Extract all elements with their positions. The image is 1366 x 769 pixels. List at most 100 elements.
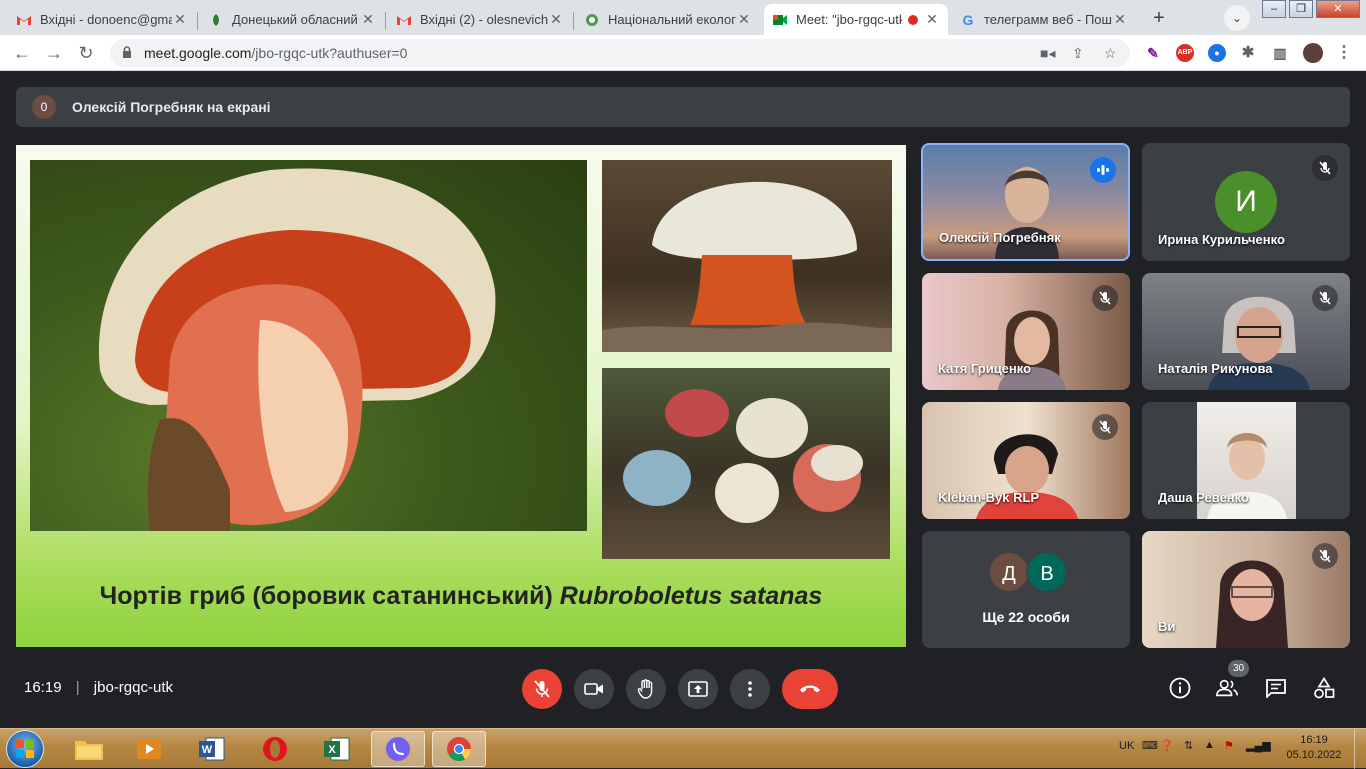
profile-avatar[interactable] [1303, 43, 1323, 63]
start-button[interactable] [6, 730, 44, 768]
activities-button[interactable] [1312, 676, 1336, 700]
excel-icon[interactable]: X [310, 731, 364, 767]
close-icon[interactable]: ✕ [360, 11, 376, 28]
lock-icon [122, 46, 134, 60]
close-icon[interactable]: ✕ [736, 11, 752, 28]
tab-title: Meet: "jbo-rgqc-utk" [796, 12, 902, 27]
chrome-icon[interactable] [432, 731, 486, 767]
camera-toggle-button[interactable] [574, 669, 614, 709]
mic-off-icon [1092, 414, 1118, 440]
more-participants-text: Ще 22 особи [982, 609, 1070, 625]
more-options-button[interactable] [730, 669, 770, 709]
chat-icon [1266, 679, 1286, 698]
language-indicator[interactable]: UK [1119, 740, 1134, 752]
viber-icon[interactable] [371, 731, 425, 767]
reload-icon[interactable]: ↻ [76, 43, 96, 63]
show-desktop-button[interactable] [1354, 729, 1366, 769]
participant-video [1204, 545, 1300, 648]
tab-donetsk[interactable]: Донецький обласний е ✕ [200, 4, 384, 35]
mic-off-icon [534, 680, 550, 698]
raise-hand-button[interactable] [626, 669, 666, 709]
opera-icon[interactable] [248, 731, 302, 767]
participant-tile[interactable]: Олексій Погребняк [921, 143, 1130, 261]
maximize-button[interactable]: ❐ [1289, 0, 1313, 18]
current-time: 16:19 [24, 679, 62, 696]
mushroom-photo-top-right [602, 160, 892, 352]
speaking-indicator-icon [1090, 157, 1116, 183]
new-tab-button[interactable]: + [1146, 6, 1172, 30]
minimize-button[interactable]: – [1262, 0, 1286, 18]
share-icon[interactable]: ⇪ [1072, 45, 1084, 62]
adblock-extension-icon[interactable]: ABP [1176, 44, 1194, 62]
avatar: В [1026, 551, 1068, 593]
browser-menu-icon[interactable]: ⋮ [1335, 44, 1353, 62]
slide-caption: Чортів гриб (боровик сатанинський) Rubro… [16, 582, 906, 611]
extensions-puzzle-icon[interactable]: ✱ [1239, 44, 1257, 62]
participant-tile[interactable]: Kleban-Byk RLP [922, 402, 1130, 519]
back-icon[interactable]: ← [12, 43, 32, 63]
info-icon [1169, 677, 1191, 699]
people-button[interactable] [1215, 676, 1239, 700]
tab-gmail-inbox-2[interactable]: Вхідні (2) - olesnevich8 ✕ [388, 4, 572, 35]
windows-logo-icon [16, 740, 34, 758]
more-vert-icon [748, 681, 752, 697]
meeting-code: jbo-rgqc-utk [93, 679, 173, 696]
mushroom-photo-large [30, 160, 587, 531]
participant-name: Ви [1158, 619, 1176, 634]
pen-extension-icon[interactable]: ✎ [1144, 44, 1162, 62]
help-icon[interactable]: ❓ [1160, 739, 1174, 752]
participant-tile[interactable]: И Ирина Курильченко [1142, 143, 1350, 261]
recording-icon [908, 14, 918, 25]
caption-common-name: Чортів гриб (боровик сатанинський) [99, 582, 560, 610]
svg-text:X: X [328, 744, 336, 756]
participant-tile[interactable]: Наталія Рикунова [1142, 273, 1350, 390]
self-tile[interactable]: Ви [1142, 531, 1350, 648]
network-adapter-icon[interactable]: ⇅ [1184, 739, 1193, 752]
close-icon[interactable]: ✕ [548, 11, 564, 28]
close-window-button[interactable]: ✕ [1316, 0, 1360, 18]
show-hidden-icons-icon[interactable]: ▲ [1204, 739, 1215, 751]
tab-gmail-inbox[interactable]: Вхідні - donoenc@gma ✕ [8, 4, 196, 35]
extension-blue-icon[interactable]: ● [1208, 44, 1226, 62]
url-bar[interactable]: meet.google.com/jbo-rgqc-utk?authuser=0 … [110, 39, 1130, 67]
chat-button[interactable] [1264, 676, 1288, 700]
video-camera-icon [584, 683, 603, 695]
tab-title: Національний еколого [608, 12, 736, 27]
participant-tile[interactable]: Катя Гриценко [922, 273, 1130, 390]
word-icon[interactable]: W [185, 731, 239, 767]
forward-icon[interactable]: → [44, 43, 64, 63]
present-screen-button[interactable] [678, 669, 718, 709]
mic-off-icon [1312, 543, 1338, 569]
participant-name: Даша Ревенко [1158, 490, 1249, 505]
tab-title: Вхідні - donoenc@gma [40, 12, 172, 27]
bookmark-star-icon[interactable]: ☆ [1104, 45, 1117, 62]
more-participants-tile[interactable]: Д В Ще 22 особи [922, 531, 1130, 648]
close-icon[interactable]: ✕ [172, 11, 188, 28]
leave-call-button[interactable] [782, 669, 838, 709]
keyboard-icon[interactable]: ⌨ [1142, 739, 1158, 752]
camera-permission-icon[interactable]: ■◂ [1040, 45, 1055, 62]
hang-up-icon [800, 685, 820, 693]
tab-ecology[interactable]: Національний еколого ✕ [576, 4, 760, 35]
media-player-icon[interactable] [122, 731, 176, 767]
file-explorer-icon[interactable] [62, 731, 116, 767]
browser-tab-bar: Вхідні - donoenc@gma ✕ Донецький обласни… [0, 0, 1366, 35]
tray-date: 05.10.2022 [1286, 749, 1342, 761]
tab-google-search[interactable]: G телеграмм веб - Пошу ✕ [952, 4, 1136, 35]
participant-count-badge: 30 [1228, 660, 1249, 677]
flag-icon[interactable]: ⚑ [1224, 739, 1234, 752]
mic-off-icon [1312, 285, 1338, 311]
signal-icon[interactable]: ▂▄▆ [1246, 739, 1271, 752]
tab-meet[interactable]: Meet: "jbo-rgqc-utk" ✕ [764, 4, 948, 35]
gmail-icon [396, 12, 412, 28]
close-icon[interactable]: ✕ [924, 11, 940, 28]
mic-toggle-button[interactable] [522, 669, 562, 709]
hand-icon [637, 679, 653, 699]
tab-title: Вхідні (2) - olesnevich8 [420, 12, 548, 27]
participant-tile[interactable]: Даша Ревенко [1142, 402, 1350, 519]
tray-clock[interactable]: 16:19 05.10.2022 [1280, 733, 1348, 763]
side-panel-icon[interactable]: ▥ [1271, 44, 1289, 62]
tab-search-button[interactable]: ⌄ [1224, 5, 1250, 31]
meeting-details-button[interactable] [1168, 676, 1192, 700]
close-icon[interactable]: ✕ [1112, 11, 1128, 28]
